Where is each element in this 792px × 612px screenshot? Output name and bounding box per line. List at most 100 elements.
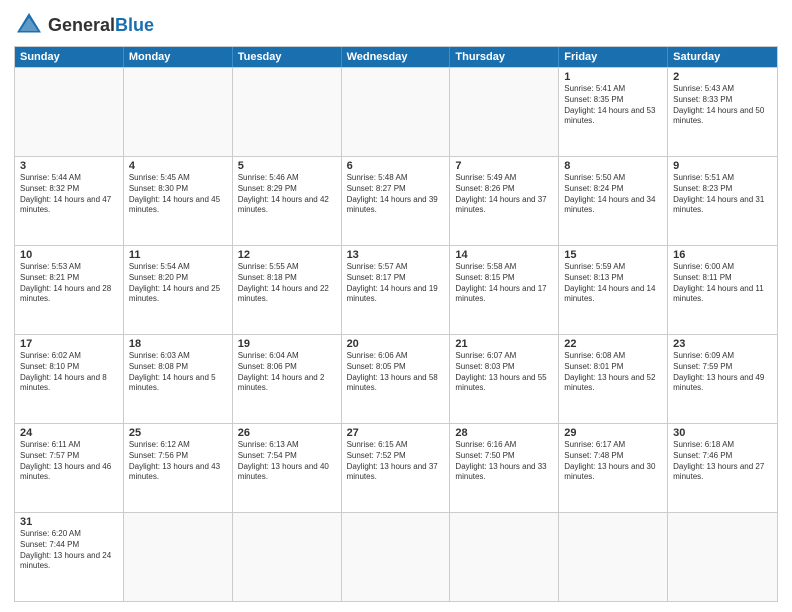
calendar-cell: 30Sunrise: 6:18 AM Sunset: 7:46 PM Dayli…: [668, 424, 777, 512]
day-number: 16: [673, 249, 772, 261]
day-number: 10: [20, 249, 118, 261]
calendar-cell: 20Sunrise: 6:06 AM Sunset: 8:05 PM Dayli…: [342, 335, 451, 423]
calendar-cell: 25Sunrise: 6:12 AM Sunset: 7:56 PM Dayli…: [124, 424, 233, 512]
day-number: 3: [20, 160, 118, 172]
calendar-cell: 2Sunrise: 5:43 AM Sunset: 8:33 PM Daylig…: [668, 68, 777, 156]
calendar-cell: 17Sunrise: 6:02 AM Sunset: 8:10 PM Dayli…: [15, 335, 124, 423]
day-info: Sunrise: 5:48 AM Sunset: 8:27 PM Dayligh…: [347, 173, 445, 216]
day-info: Sunrise: 6:07 AM Sunset: 8:03 PM Dayligh…: [455, 351, 553, 394]
day-info: Sunrise: 5:45 AM Sunset: 8:30 PM Dayligh…: [129, 173, 227, 216]
day-number: 8: [564, 160, 662, 172]
calendar-cell: 23Sunrise: 6:09 AM Sunset: 7:59 PM Dayli…: [668, 335, 777, 423]
day-info: Sunrise: 5:54 AM Sunset: 8:20 PM Dayligh…: [129, 262, 227, 305]
day-number: 19: [238, 338, 336, 350]
day-info: Sunrise: 6:06 AM Sunset: 8:05 PM Dayligh…: [347, 351, 445, 394]
calendar-cell: [233, 68, 342, 156]
day-number: 31: [20, 516, 118, 528]
day-number: 26: [238, 427, 336, 439]
day-number: 13: [347, 249, 445, 261]
calendar-cell: 1Sunrise: 5:41 AM Sunset: 8:35 PM Daylig…: [559, 68, 668, 156]
calendar-cell: [450, 513, 559, 601]
day-info: Sunrise: 5:58 AM Sunset: 8:15 PM Dayligh…: [455, 262, 553, 305]
day-number: 15: [564, 249, 662, 261]
calendar-cell: [342, 513, 451, 601]
calendar-cell: 21Sunrise: 6:07 AM Sunset: 8:03 PM Dayli…: [450, 335, 559, 423]
day-number: 20: [347, 338, 445, 350]
day-number: 1: [564, 71, 662, 83]
calendar-cell: [559, 513, 668, 601]
day-number: 11: [129, 249, 227, 261]
calendar-cell: 4Sunrise: 5:45 AM Sunset: 8:30 PM Daylig…: [124, 157, 233, 245]
calendar-cell: [124, 68, 233, 156]
day-info: Sunrise: 5:59 AM Sunset: 8:13 PM Dayligh…: [564, 262, 662, 305]
day-info: Sunrise: 6:18 AM Sunset: 7:46 PM Dayligh…: [673, 440, 772, 483]
calendar-cell: [450, 68, 559, 156]
day-number: 17: [20, 338, 118, 350]
logo-text: GeneralBlue: [48, 15, 154, 36]
day-number: 6: [347, 160, 445, 172]
calendar-cell: 16Sunrise: 6:00 AM Sunset: 8:11 PM Dayli…: [668, 246, 777, 334]
day-info: Sunrise: 5:53 AM Sunset: 8:21 PM Dayligh…: [20, 262, 118, 305]
weekday-header-thursday: Thursday: [450, 47, 559, 67]
day-info: Sunrise: 6:15 AM Sunset: 7:52 PM Dayligh…: [347, 440, 445, 483]
calendar-cell: 26Sunrise: 6:13 AM Sunset: 7:54 PM Dayli…: [233, 424, 342, 512]
day-number: 2: [673, 71, 772, 83]
day-info: Sunrise: 6:17 AM Sunset: 7:48 PM Dayligh…: [564, 440, 662, 483]
calendar-cell: 13Sunrise: 5:57 AM Sunset: 8:17 PM Dayli…: [342, 246, 451, 334]
weekday-header-monday: Monday: [124, 47, 233, 67]
day-info: Sunrise: 6:20 AM Sunset: 7:44 PM Dayligh…: [20, 529, 118, 572]
day-info: Sunrise: 6:09 AM Sunset: 7:59 PM Dayligh…: [673, 351, 772, 394]
day-info: Sunrise: 5:41 AM Sunset: 8:35 PM Dayligh…: [564, 84, 662, 127]
calendar-cell: 31Sunrise: 6:20 AM Sunset: 7:44 PM Dayli…: [15, 513, 124, 601]
day-number: 7: [455, 160, 553, 172]
day-info: Sunrise: 5:55 AM Sunset: 8:18 PM Dayligh…: [238, 262, 336, 305]
calendar-cell: 28Sunrise: 6:16 AM Sunset: 7:50 PM Dayli…: [450, 424, 559, 512]
calendar-row-1: 3Sunrise: 5:44 AM Sunset: 8:32 PM Daylig…: [15, 156, 777, 245]
calendar-cell: 8Sunrise: 5:50 AM Sunset: 8:24 PM Daylig…: [559, 157, 668, 245]
calendar-cell: 18Sunrise: 6:03 AM Sunset: 8:08 PM Dayli…: [124, 335, 233, 423]
day-number: 21: [455, 338, 553, 350]
day-info: Sunrise: 5:49 AM Sunset: 8:26 PM Dayligh…: [455, 173, 553, 216]
calendar-cell: [668, 513, 777, 601]
day-number: 4: [129, 160, 227, 172]
calendar: SundayMondayTuesdayWednesdayThursdayFrid…: [14, 46, 778, 602]
day-info: Sunrise: 6:08 AM Sunset: 8:01 PM Dayligh…: [564, 351, 662, 394]
weekday-header-sunday: Sunday: [15, 47, 124, 67]
weekday-header-friday: Friday: [559, 47, 668, 67]
calendar-row-5: 31Sunrise: 6:20 AM Sunset: 7:44 PM Dayli…: [15, 512, 777, 601]
calendar-cell: 7Sunrise: 5:49 AM Sunset: 8:26 PM Daylig…: [450, 157, 559, 245]
day-number: 27: [347, 427, 445, 439]
calendar-cell: 15Sunrise: 5:59 AM Sunset: 8:13 PM Dayli…: [559, 246, 668, 334]
day-info: Sunrise: 6:02 AM Sunset: 8:10 PM Dayligh…: [20, 351, 118, 394]
calendar-row-0: 1Sunrise: 5:41 AM Sunset: 8:35 PM Daylig…: [15, 67, 777, 156]
calendar-header: SundayMondayTuesdayWednesdayThursdayFrid…: [15, 47, 777, 67]
day-info: Sunrise: 5:57 AM Sunset: 8:17 PM Dayligh…: [347, 262, 445, 305]
calendar-cell: [233, 513, 342, 601]
calendar-cell: 14Sunrise: 5:58 AM Sunset: 8:15 PM Dayli…: [450, 246, 559, 334]
page: GeneralBlue SundayMondayTuesdayWednesday…: [0, 0, 792, 612]
day-number: 18: [129, 338, 227, 350]
calendar-cell: 19Sunrise: 6:04 AM Sunset: 8:06 PM Dayli…: [233, 335, 342, 423]
logo: GeneralBlue: [14, 10, 154, 40]
calendar-row-4: 24Sunrise: 6:11 AM Sunset: 7:57 PM Dayli…: [15, 423, 777, 512]
calendar-body: 1Sunrise: 5:41 AM Sunset: 8:35 PM Daylig…: [15, 67, 777, 601]
header: GeneralBlue: [14, 10, 778, 40]
day-number: 28: [455, 427, 553, 439]
day-info: Sunrise: 6:03 AM Sunset: 8:08 PM Dayligh…: [129, 351, 227, 394]
day-number: 30: [673, 427, 772, 439]
day-info: Sunrise: 5:44 AM Sunset: 8:32 PM Dayligh…: [20, 173, 118, 216]
day-info: Sunrise: 6:00 AM Sunset: 8:11 PM Dayligh…: [673, 262, 772, 305]
day-info: Sunrise: 6:16 AM Sunset: 7:50 PM Dayligh…: [455, 440, 553, 483]
calendar-cell: 29Sunrise: 6:17 AM Sunset: 7:48 PM Dayli…: [559, 424, 668, 512]
calendar-row-3: 17Sunrise: 6:02 AM Sunset: 8:10 PM Dayli…: [15, 334, 777, 423]
day-number: 22: [564, 338, 662, 350]
day-info: Sunrise: 5:51 AM Sunset: 8:23 PM Dayligh…: [673, 173, 772, 216]
calendar-cell: 9Sunrise: 5:51 AM Sunset: 8:23 PM Daylig…: [668, 157, 777, 245]
calendar-cell: 11Sunrise: 5:54 AM Sunset: 8:20 PM Dayli…: [124, 246, 233, 334]
weekday-header-wednesday: Wednesday: [342, 47, 451, 67]
calendar-cell: 22Sunrise: 6:08 AM Sunset: 8:01 PM Dayli…: [559, 335, 668, 423]
day-info: Sunrise: 6:12 AM Sunset: 7:56 PM Dayligh…: [129, 440, 227, 483]
day-number: 14: [455, 249, 553, 261]
day-info: Sunrise: 6:11 AM Sunset: 7:57 PM Dayligh…: [20, 440, 118, 483]
calendar-cell: 24Sunrise: 6:11 AM Sunset: 7:57 PM Dayli…: [15, 424, 124, 512]
